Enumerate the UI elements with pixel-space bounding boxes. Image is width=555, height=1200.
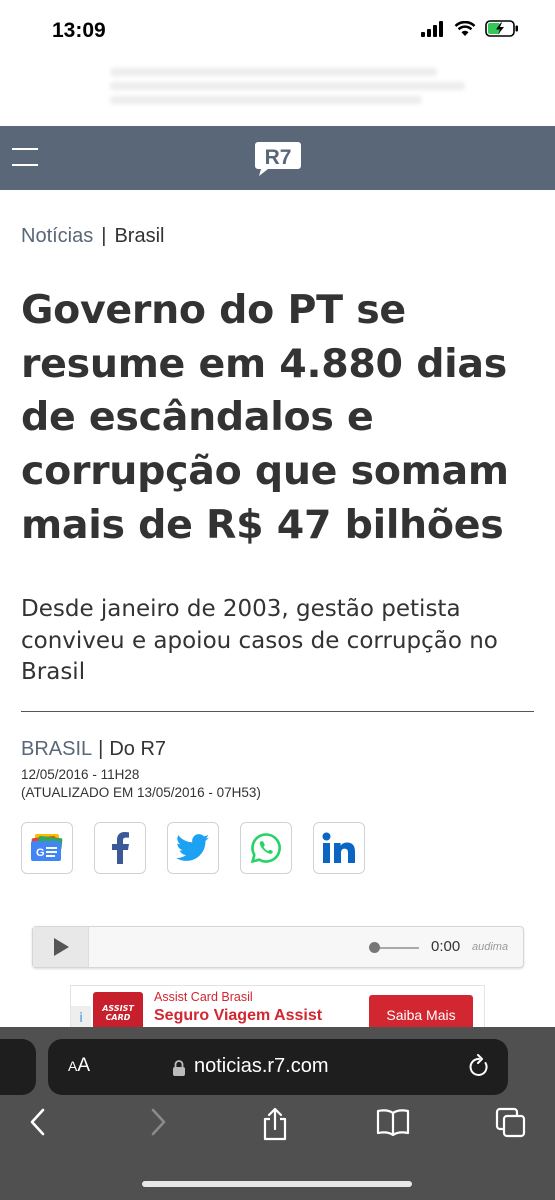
audima-logo: audima: [472, 941, 509, 953]
svg-text:G: G: [36, 847, 45, 859]
publish-date: 12/05/2016 - 11H28: [21, 767, 140, 782]
google-news-icon: G: [31, 834, 63, 861]
share-icon[interactable]: [260, 1107, 290, 1141]
share-buttons: G: [21, 822, 365, 874]
wifi-icon: [454, 20, 476, 36]
lock-icon: [173, 1060, 185, 1076]
top-ad-placeholder: [110, 62, 465, 112]
reader-aa-button[interactable]: AA: [68, 1055, 90, 1077]
breadcrumb-separator: |: [101, 225, 107, 247]
breadcrumb-noticias[interactable]: Notícias: [21, 225, 93, 247]
ad-brand: Assist Card Brasil: [154, 990, 253, 1004]
url-text: noticias.r7.com: [194, 1055, 329, 1077]
play-icon: [53, 938, 69, 956]
status-time: 13:09: [52, 19, 106, 42]
back-icon[interactable]: [28, 1107, 48, 1137]
updated-date: (ATUALIZADO EM 13/05/2016 - 07H53): [21, 785, 261, 800]
audio-time: 0:00: [431, 938, 461, 955]
logo-text: R7: [265, 146, 292, 169]
reload-icon[interactable]: [468, 1054, 490, 1078]
bookmarks-icon[interactable]: [375, 1107, 411, 1137]
meta-separator: |: [98, 738, 104, 760]
share-facebook-button[interactable]: [94, 822, 146, 874]
play-button[interactable]: [33, 927, 89, 967]
breadcrumb: Notícias | Brasil: [21, 225, 164, 248]
share-twitter-button[interactable]: [167, 822, 219, 874]
whatsapp-icon: [250, 833, 281, 864]
share-google-news-button[interactable]: G: [21, 822, 73, 874]
article-title: Governo do PT se resume em 4.880 dias de…: [21, 287, 509, 548]
safari-toolbar: AA noticias.r7.com: [0, 1027, 555, 1200]
facebook-icon: [112, 832, 129, 864]
safari-nav-row: [0, 1107, 555, 1151]
ad-headline: Seguro Viagem Assist: [154, 1007, 323, 1024]
share-whatsapp-button[interactable]: [240, 822, 292, 874]
ad-cta-button[interactable]: Saiba Mais: [369, 995, 473, 1029]
battery-charging-icon: [485, 20, 518, 37]
page: 13:09 R7 Notícias | Brasil Governo do PT…: [0, 0, 555, 1200]
forward-icon[interactable]: [148, 1107, 168, 1137]
home-indicator: [142, 1181, 412, 1187]
breadcrumb-brasil[interactable]: Brasil: [114, 225, 164, 247]
cellular-signal-icon: [421, 20, 443, 37]
r7-logo[interactable]: R7: [254, 140, 302, 178]
site-header: R7: [0, 126, 555, 190]
divider: [21, 711, 534, 712]
share-linkedin-button[interactable]: [313, 822, 365, 874]
status-bar: 13:09: [0, 0, 555, 64]
previous-tab-preview[interactable]: [0, 1039, 36, 1095]
status-icons: [421, 20, 519, 37]
twitter-icon: [176, 834, 210, 861]
audio-progress-knob[interactable]: [369, 942, 380, 953]
tabs-icon[interactable]: [495, 1107, 527, 1139]
article-meta: BRASIL | Do R7: [21, 738, 166, 761]
meta-section-link[interactable]: BRASIL: [21, 738, 92, 760]
article-subtitle: Desde janeiro de 2003, gestão petista co…: [21, 596, 498, 685]
address-bar[interactable]: AA noticias.r7.com: [48, 1039, 508, 1095]
assist-card-logo: ASSIST CARD: [93, 992, 143, 1029]
meta-source: Do R7: [109, 738, 167, 760]
linkedin-icon: [322, 832, 355, 863]
audio-player: 0:00 audima: [32, 926, 524, 968]
hamburger-menu-icon[interactable]: [12, 148, 42, 170]
ad-banner[interactable]: i ASSIST CARD Assist Card Brasil Seguro …: [70, 985, 485, 1030]
